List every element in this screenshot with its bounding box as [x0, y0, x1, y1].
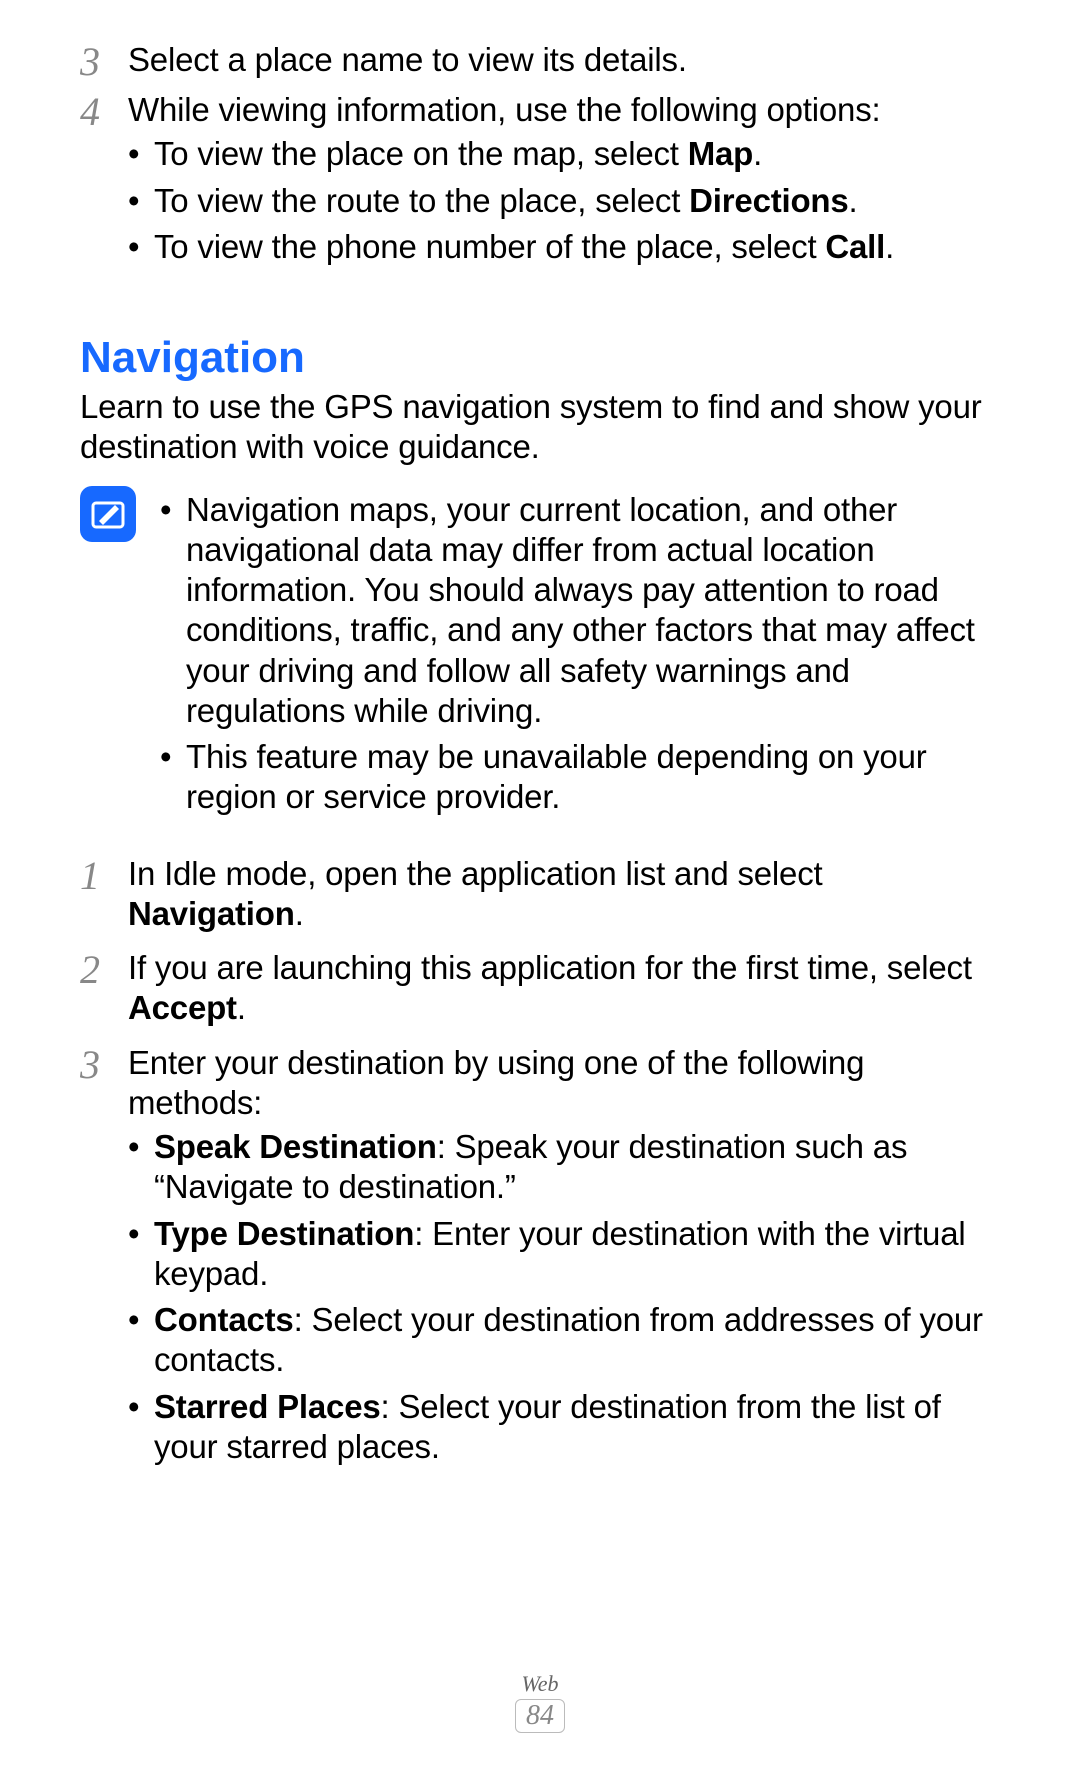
note-item-1: Navigation maps, your current location, …: [160, 490, 1000, 732]
footer-page-number: 84: [0, 1699, 1080, 1733]
step-content: Enter your destination by using one of t…: [128, 1043, 1000, 1474]
step-2: 2 If you are launching this application …: [80, 948, 1000, 1029]
step-4-top: 4 While viewing information, use the fol…: [80, 90, 1000, 273]
option-call: To view the phone number of the place, s…: [128, 227, 1000, 267]
step-number: 4: [80, 92, 128, 132]
destination-methods: Speak Destination: Speak your destinatio…: [128, 1127, 1000, 1467]
section-intro: Learn to use the GPS navigation system t…: [80, 387, 1000, 468]
step-number: 3: [80, 1045, 128, 1085]
method-speak: Speak Destination: Speak your destinatio…: [128, 1127, 1000, 1208]
step-3: 3 Enter your destination by using one of…: [80, 1043, 1000, 1474]
options-list: To view the place on the map, select Map…: [128, 134, 1000, 267]
step-3-top: 3 Select a place name to view its detail…: [80, 40, 1000, 82]
step-content: While viewing information, use the follo…: [128, 90, 1000, 273]
footer-section-label: Web: [0, 1671, 1080, 1697]
step-number: 1: [80, 856, 128, 896]
option-directions: To view the route to the place, select D…: [128, 181, 1000, 221]
note-content: Navigation maps, your current location, …: [160, 486, 1000, 824]
note-icon: [80, 486, 136, 542]
step-content: In Idle mode, open the application list …: [128, 854, 1000, 935]
method-starred: Starred Places: Select your destination …: [128, 1387, 1000, 1468]
option-map: To view the place on the map, select Map…: [128, 134, 1000, 174]
step-text: Enter your destination by using one of t…: [128, 1044, 864, 1121]
step-text: Select a place name to view its details.: [128, 40, 1000, 80]
document-page: 3 Select a place name to view its detail…: [0, 0, 1080, 1521]
step-number: 3: [80, 42, 128, 82]
step-content: If you are launching this application fo…: [128, 948, 1000, 1029]
step-number: 2: [80, 950, 128, 990]
page-footer: Web 84: [0, 1671, 1080, 1733]
step-text: While viewing information, use the follo…: [128, 91, 880, 128]
step-1: 1 In Idle mode, open the application lis…: [80, 854, 1000, 935]
note-block: Navigation maps, your current location, …: [80, 486, 1000, 824]
note-item-2: This feature may be unavailable dependin…: [160, 737, 1000, 818]
section-heading-navigation: Navigation: [80, 333, 1000, 383]
method-contacts: Contacts: Select your destination from a…: [128, 1300, 1000, 1381]
method-type: Type Destination: Enter your destination…: [128, 1214, 1000, 1295]
